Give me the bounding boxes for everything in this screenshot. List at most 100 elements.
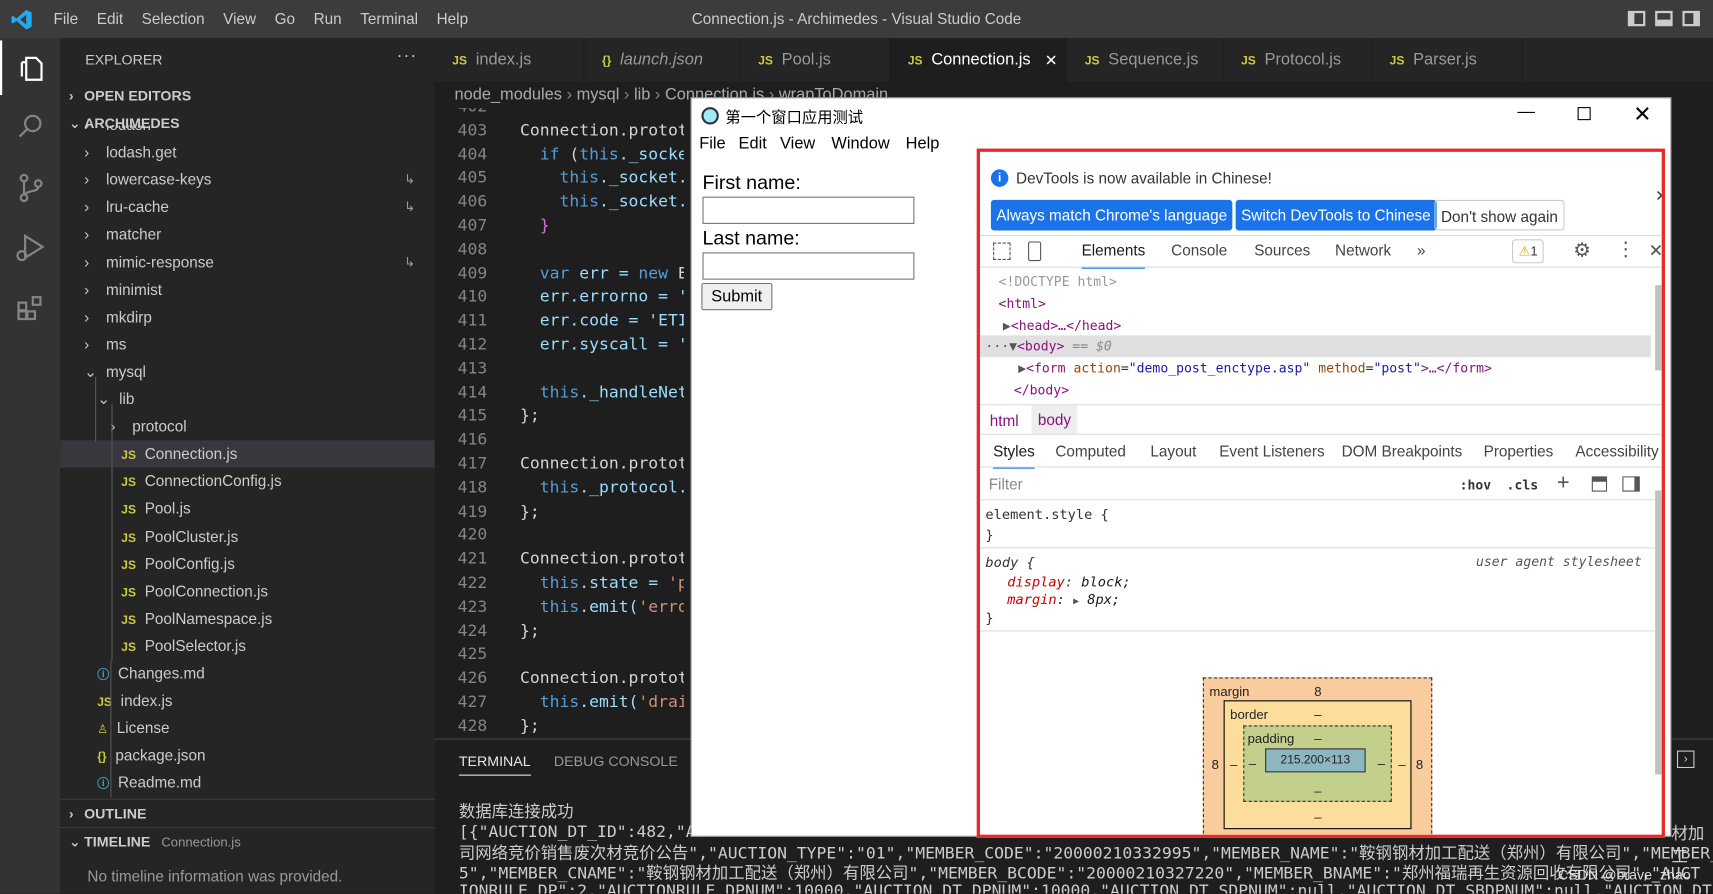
tab-index-js[interactable]: JS index.js [435, 38, 585, 82]
tab-sources[interactable]: Sources [1254, 241, 1310, 258]
close-icon[interactable]: ✕ [1633, 101, 1651, 128]
list-item[interactable]: › matcher [60, 221, 435, 248]
tab-accessibility[interactable]: Accessibility [1575, 442, 1658, 459]
list-item[interactable]: › minimist [60, 276, 435, 303]
add-rule-icon[interactable]: + [1557, 471, 1570, 496]
app-menu-edit[interactable]: Edit [739, 134, 767, 153]
open-editors-section[interactable]: › OPEN EDITORS [60, 82, 435, 109]
list-item[interactable]: ⌄ lib [60, 386, 435, 413]
first-name-input[interactable] [702, 196, 915, 224]
breadcrumb-item[interactable]: lib [634, 85, 650, 104]
styles-filter-input[interactable]: Filter [989, 475, 1448, 492]
tab-connection-js[interactable]: JS Connection.js ✕ [890, 38, 1068, 82]
list-item[interactable]: JS ConnectionConfig.js [60, 468, 435, 495]
tab-terminal[interactable]: TERMINAL [458, 753, 531, 776]
switch-chinese-button[interactable]: Switch DevTools to Chinese [1235, 199, 1437, 231]
inspect-element-icon[interactable] [993, 242, 1011, 261]
list-item[interactable]: › mkdirp [60, 303, 435, 330]
element-style-rule[interactable]: element.style { [985, 506, 1108, 522]
body-rule-selector[interactable]: body { [985, 554, 1034, 570]
tab-debug-console[interactable]: DEBUG CONSOLE [554, 753, 678, 769]
hov-toggle[interactable]: :hov [1460, 477, 1492, 492]
more-actions-icon[interactable]: ··· [397, 47, 418, 67]
crumb-html[interactable]: html [990, 412, 1019, 429]
tab-launch-json[interactable]: {} launch.json [584, 38, 741, 82]
list-item[interactable]: › ms [60, 331, 435, 358]
source-control-icon[interactable] [0, 161, 60, 216]
list-item[interactable]: ⌄ mysql [60, 358, 435, 385]
rendering-emulation-icon[interactable] [1591, 476, 1608, 492]
warning-badge[interactable]: ⚠1 [1512, 239, 1545, 264]
tab-sequence-js[interactable]: JS Sequence.js [1067, 38, 1224, 82]
style-prop-display[interactable]: display: block; [1007, 574, 1130, 590]
search-icon[interactable] [0, 99, 60, 154]
list-item[interactable]: JS index.js [60, 687, 435, 714]
last-name-input[interactable] [702, 252, 915, 280]
dom-body[interactable]: ···▼<body> == $0 [985, 339, 1111, 354]
dom-body-close[interactable]: </body> [1014, 382, 1069, 397]
tab-layout[interactable]: Layout [1150, 442, 1196, 459]
app-menu-file[interactable]: File [699, 134, 725, 153]
match-language-button[interactable]: Always match Chrome's language [990, 199, 1233, 231]
tab-pool-js[interactable]: JS Pool.js [741, 38, 891, 82]
explorer-icon[interactable] [0, 40, 60, 96]
settings-gear-icon[interactable]: ⚙ [1573, 239, 1591, 262]
toggle-sidebar-icon[interactable] [1627, 10, 1646, 27]
list-item[interactable]: JS PoolNamespace.js [60, 605, 435, 632]
cls-toggle[interactable]: .cls [1507, 477, 1539, 492]
list-item[interactable]: JS PoolConfig.js [60, 550, 435, 577]
run-debug-icon[interactable] [0, 220, 60, 275]
toggle-sidebar-pane-icon[interactable] [1622, 476, 1640, 492]
close-tab-icon[interactable]: ✕ [1045, 38, 1058, 82]
device-toolbar-icon[interactable] [1028, 241, 1042, 262]
terminal-icon[interactable]: › [1676, 750, 1695, 769]
tab-console[interactable]: Console [1171, 241, 1227, 258]
styles-scrollbar[interactable] [1655, 490, 1662, 775]
tab-styles[interactable]: Styles [993, 442, 1035, 469]
tab-protocol-js[interactable]: JS Protocol.js [1224, 38, 1373, 82]
list-item[interactable]: JS PoolConnection.js [60, 578, 435, 605]
triangle-down-icon[interactable]: ▼ [1009, 339, 1017, 354]
list-item[interactable]: › mimic-response ↳ [60, 249, 435, 276]
list-item[interactable]: › lodash [60, 126, 435, 139]
app-menu-window[interactable]: Window [831, 134, 889, 153]
more-tabs-icon[interactable]: » [1417, 241, 1426, 258]
minimize-icon[interactable]: — [1517, 103, 1534, 123]
breadcrumb-item[interactable]: node_modules [454, 85, 562, 104]
triangle-right-icon[interactable]: ▶ [1073, 597, 1079, 608]
tab-dom-breakpoints[interactable]: DOM Breakpoints [1342, 442, 1463, 459]
list-item[interactable]: JS Connection.js [60, 440, 435, 468]
breadcrumb-item[interactable]: mysql [577, 85, 620, 104]
tab-network[interactable]: Network [1335, 241, 1391, 258]
tab-event-listeners[interactable]: Event Listeners [1219, 442, 1324, 459]
outline-section[interactable]: › OUTLINE [60, 798, 435, 826]
maximize-icon[interactable] [1577, 107, 1591, 121]
close-devtools-icon[interactable]: ✕ [1649, 240, 1662, 262]
tab-properties[interactable]: Properties [1484, 442, 1554, 459]
dont-show-again-button[interactable]: Don't show again [1434, 199, 1565, 231]
list-item[interactable]: JS PoolSelector.js [60, 632, 435, 659]
tab-parser-js[interactable]: JS Parser.js [1372, 38, 1523, 82]
list-item[interactable]: › lowercase-keys ↳ [60, 166, 435, 193]
list-item[interactable]: › protocol [60, 413, 435, 440]
list-item[interactable]: JS PoolCluster.js [60, 523, 435, 550]
kebab-menu-icon[interactable]: ⋮ [1616, 239, 1636, 259]
app-menu-help[interactable]: Help [906, 134, 940, 153]
close-notice-icon[interactable]: ✕ [1655, 187, 1662, 206]
dom-scrollbar[interactable] [1655, 285, 1662, 371]
list-item[interactable]: ⓘ Readme.md [60, 770, 435, 797]
list-item[interactable]: ♙ License [60, 715, 435, 742]
code-editor[interactable]: 402403Connection.prototy404 if (this._so… [435, 108, 698, 739]
toggle-secondary-sidebar-icon[interactable] [1682, 10, 1700, 27]
list-item[interactable]: JS Pool.js [60, 495, 435, 522]
extensions-icon[interactable] [0, 281, 60, 336]
toggle-panel-icon[interactable] [1655, 10, 1673, 27]
style-prop-margin[interactable]: margin: ▶ 8px; [1007, 591, 1120, 607]
dom-doctype[interactable]: <!DOCTYPE html> [999, 274, 1117, 289]
list-item[interactable]: › lodash.get [60, 139, 435, 166]
list-item[interactable]: › lru-cache ↳ [60, 194, 435, 221]
dom-head[interactable]: ▶<head>…</head> [1003, 318, 1121, 333]
dom-html[interactable]: <html> [999, 296, 1046, 311]
tab-computed[interactable]: Computed [1055, 442, 1126, 459]
list-item[interactable]: {} package.json [60, 742, 435, 769]
